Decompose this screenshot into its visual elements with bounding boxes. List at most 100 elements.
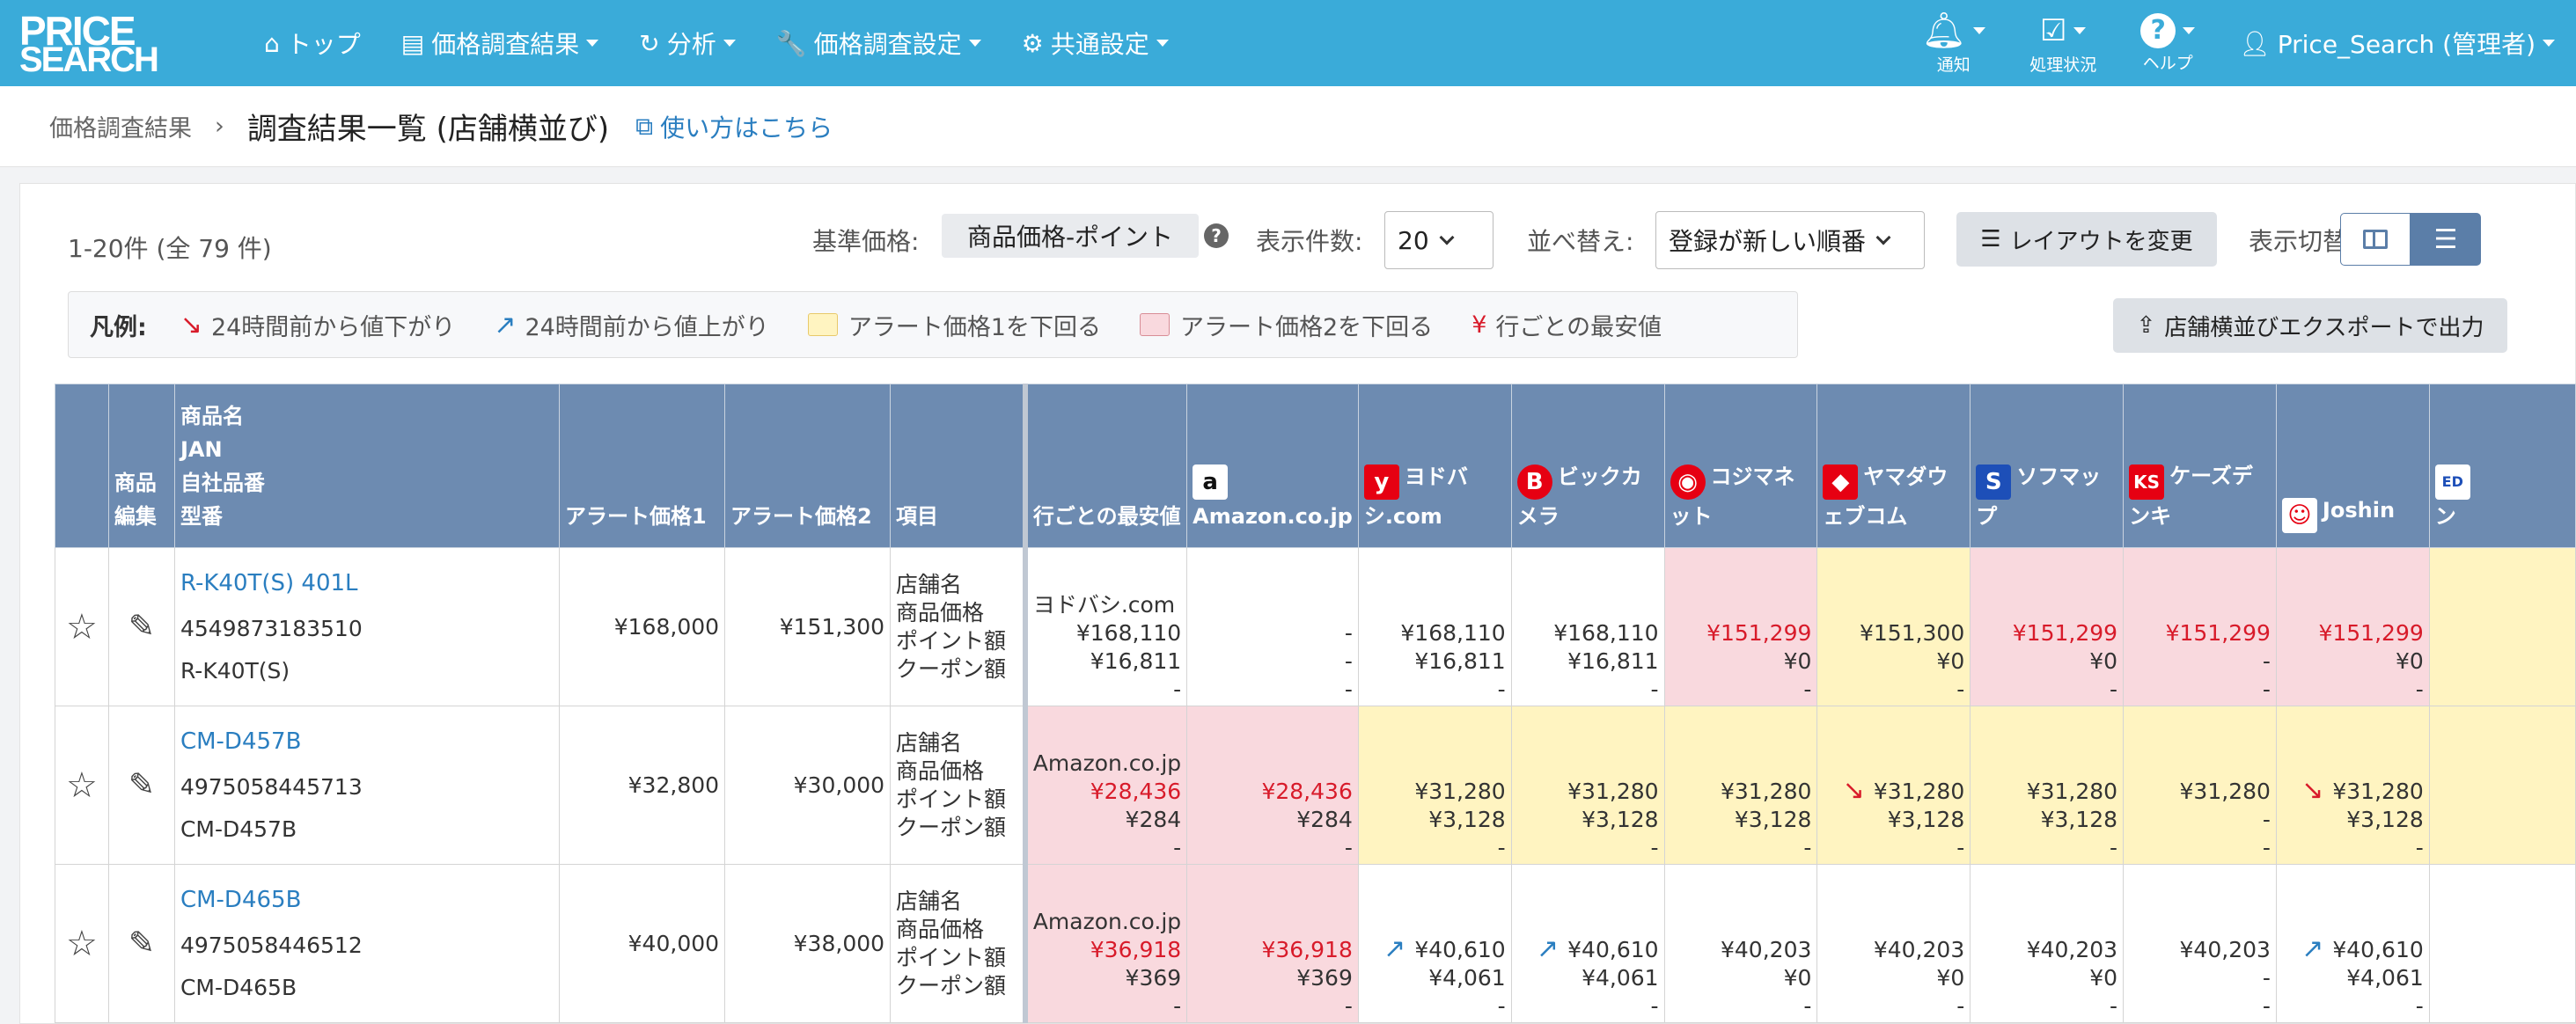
chevron-down-icon — [1875, 230, 1891, 245]
menu-results[interactable]: ▤ 価格調査結果 — [401, 26, 599, 61]
price-search-logo[interactable]: PRICE SEARCH — [19, 7, 213, 79]
menu-label: 共通設定 — [1050, 30, 1149, 59]
caret-down-icon — [2183, 26, 2196, 34]
pencil-icon[interactable]: ✎ — [128, 609, 155, 645]
shop-coupon: - — [1956, 835, 1965, 860]
caret-down-icon — [2073, 26, 2087, 34]
shop-point: ¥0 — [1936, 648, 1965, 674]
shop-price-cell: --- — [1186, 547, 1359, 706]
grid-view-button[interactable] — [2340, 213, 2411, 266]
caret-down-icon — [586, 40, 599, 47]
shop-price: ¥40,203 — [2026, 937, 2118, 962]
sort-select[interactable]: 登録が新しい順番 — [1655, 211, 1925, 269]
shop-price-cell: ¥40,203 - - — [2123, 864, 2277, 1023]
legend: 凡例: ↘ 24時間前から値下がり ↗ 24時間前から値上がり アラート価格1を下回… — [68, 291, 1798, 358]
upload-icon: ⇪ — [2136, 312, 2156, 339]
columns-icon — [2363, 230, 2388, 249]
shop-price-cell: ↗ ¥40,610 ¥4,061- — [2275, 864, 2430, 1023]
shop-price-cell: ¥31,280 - - — [2123, 706, 2277, 865]
help-link[interactable]: ⧉ 使い方はこちら — [635, 109, 833, 144]
product-name-link[interactable]: CM-D465B — [180, 885, 559, 915]
star-icon[interactable]: ☆ — [66, 924, 98, 964]
shop-point: - — [1344, 648, 1353, 674]
favorite-star-cell: ☆ — [55, 864, 109, 1023]
star-icon[interactable]: ☆ — [66, 765, 98, 806]
pencil-icon[interactable]: ✎ — [128, 767, 155, 803]
header-best-price[interactable]: 行ごとの最安値 — [1022, 384, 1188, 548]
per-page-select[interactable]: 20 — [1384, 211, 1493, 269]
breadcrumb-separator: › — [215, 113, 224, 140]
best-price-cell: ヨドバシ.com ¥168,110 ¥16,811 - — [1022, 547, 1188, 706]
item-label: クーポン額 — [896, 655, 1007, 682]
menu-survey-settings[interactable]: 🔧 価格調査設定 — [776, 26, 981, 61]
pencil-icon[interactable]: ✎ — [128, 925, 155, 962]
shop-point: ¥0 — [2395, 648, 2424, 674]
notifications-button[interactable]: 🔔︎ 通知 — [1921, 11, 1986, 76]
shop-point: ¥4,061 — [1428, 965, 1506, 991]
shop-price: ¥40,203 — [1873, 937, 1965, 962]
help-button[interactable]: ? ヘルプ — [2140, 12, 2196, 74]
arrow-up-right-icon: ↗ — [2301, 933, 2324, 964]
alert2-price: ¥151,300 — [724, 547, 892, 706]
item-label: 商品価格 — [896, 757, 985, 784]
process-status-button[interactable]: ☑ 処理状況 — [2029, 11, 2096, 76]
shop-point: ¥369 — [1296, 965, 1353, 991]
user-name: Price_Search (管理者) — [2277, 30, 2536, 59]
product-jan: 4975058445713 — [180, 773, 363, 800]
shop-name-slot — [2430, 676, 2570, 704]
favorite-star-cell: ☆ — [55, 706, 109, 865]
header-shop-ksdenki[interactable]: KS ケーズデンキ — [2123, 384, 2277, 548]
shop-coupon: - — [1803, 677, 1812, 702]
shop-name-slot — [1665, 750, 1812, 778]
header-shop-kojima[interactable]: ◉ コジマネット — [1663, 384, 1818, 548]
gear-icon: ⚙ — [1021, 28, 1044, 58]
header-alert2[interactable]: アラート価格2 — [724, 384, 892, 548]
header-shop-amazon[interactable]: a Amazon.co.jp — [1186, 384, 1359, 548]
item-labels: 店舗名 商品価格 ポイント額 クーポン額 — [890, 547, 1026, 706]
best-point: ¥369 — [1125, 965, 1182, 991]
arrow-down-right-icon: ↘ — [1842, 775, 1865, 806]
header-shop-edion[interactable]: ED ン — [2428, 384, 2576, 548]
question-icon[interactable]: ? — [1204, 223, 1229, 248]
breadcrumb-parent[interactable]: 価格調査結果 — [49, 109, 192, 143]
menu-analysis[interactable]: ↻ 分析 — [639, 26, 736, 61]
legend-label: 行ごとの最安値 — [1495, 313, 1662, 341]
star-icon[interactable]: ☆ — [66, 607, 98, 647]
menu-common-settings[interactable]: ⚙ 共通設定 — [1022, 26, 1169, 61]
shop-point: ¥3,128 — [1887, 807, 1965, 832]
shop-price-cell: ↘ ¥31,280 ¥3,128 - — [1816, 706, 1971, 865]
shop-price: ¥31,280 — [2026, 779, 2118, 804]
legend-alert1: アラート価格1を下回る — [807, 308, 1101, 342]
shop-price-cell: ¥151,299 ¥0 - — [1663, 547, 1818, 706]
menu-label: トップ — [286, 30, 361, 59]
sort-label: 並べ替え: — [1527, 227, 1634, 256]
shop-point: ¥0 — [1783, 965, 1812, 991]
header-shop-biccamera[interactable]: B ビックカメラ — [1510, 384, 1665, 548]
list-view-button[interactable]: ☰ — [2411, 213, 2481, 266]
product-jan: 4975058446512 — [180, 932, 363, 958]
change-layout-button[interactable]: ☰ レイアウトを変更 — [1956, 212, 2217, 267]
shop-name-slot — [1512, 907, 1659, 935]
shop-name-slot — [1971, 908, 2117, 936]
header-alert1[interactable]: アラート価格1 — [559, 384, 726, 548]
product-name-link[interactable]: R-K40T(S) 401L — [180, 568, 559, 598]
header-shop-yodobashi[interactable]: y ヨドバシ.com — [1357, 384, 1512, 548]
header-shop-joshin[interactable]: ☺ Joshin — [2275, 384, 2430, 548]
arrow-up-right-icon: ↗ — [1537, 933, 1560, 964]
best-shop-name: ヨドバシ.com — [1032, 592, 1176, 618]
shop-name-slot — [1817, 749, 1964, 777]
shop-coupon: - — [2262, 835, 2271, 860]
product-name-link[interactable]: CM-D457B — [180, 727, 559, 757]
header-shop-sofmap[interactable]: S ソフマップ — [1970, 384, 2125, 548]
shop-coupon: - — [2262, 993, 2271, 1019]
list-lines-icon: ☰ — [2433, 223, 2458, 255]
result-count: 1-20件 (全 79 件) — [68, 234, 272, 263]
header-shop-yamada[interactable]: ◆ ヤマダウェブコム — [1816, 384, 1971, 548]
header-product[interactable]: 商品名 JAN 自社品番 型番 — [173, 384, 561, 548]
shop-point: ¥0 — [2089, 965, 2118, 991]
shop-price: ¥40,610 — [1414, 937, 1506, 962]
user-menu[interactable]: 👤︎ Price_Search (管理者) — [2239, 26, 2555, 61]
home-icon: ⌂ — [264, 28, 280, 58]
menu-top[interactable]: ⌂ トップ — [264, 26, 361, 61]
export-button[interactable]: ⇪ 店舗横並びエクスポートで出力 — [2113, 298, 2507, 353]
